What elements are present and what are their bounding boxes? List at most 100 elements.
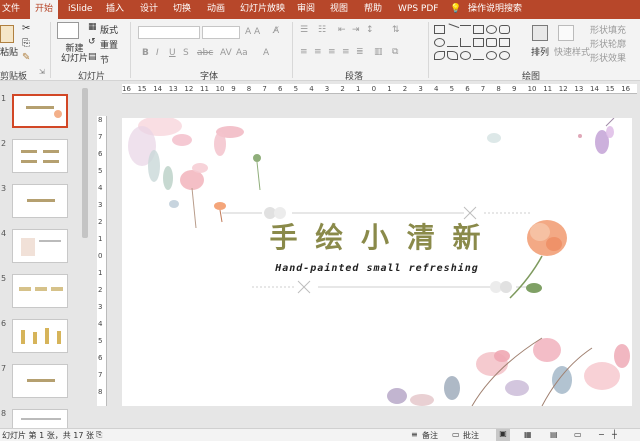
textbox-shape-icon[interactable] (434, 25, 445, 34)
reading-view-icon[interactable]: ▤ (550, 430, 558, 439)
bold-icon[interactable]: B (142, 48, 149, 58)
tab-wps-pdf[interactable]: WPS PDF (398, 0, 438, 19)
strikethrough-icon[interactable]: abc (197, 48, 213, 58)
columns-icon[interactable]: ▥ (374, 47, 383, 57)
slide-thumbnail-2[interactable] (12, 139, 68, 173)
line-spacing-icon[interactable]: ↕ (366, 25, 374, 35)
text-direction-icon[interactable]: ⇅ (392, 25, 400, 35)
change-case-button[interactable]: Aa (236, 48, 248, 58)
tab-transitions[interactable]: 切换 (173, 0, 191, 19)
format-painter-icon[interactable]: ✎ (22, 52, 30, 63)
star-shape-icon[interactable] (486, 51, 497, 60)
italic-icon[interactable]: I (156, 48, 159, 58)
tab-insert[interactable]: 插入 (106, 0, 124, 19)
new-slide-icon[interactable] (57, 22, 79, 39)
align-right-icon[interactable]: ≡ (328, 47, 336, 57)
quick-styles-icon[interactable] (558, 25, 574, 41)
rounded-rect-shape-icon[interactable] (499, 25, 510, 34)
line-shape-icon[interactable] (445, 23, 460, 36)
arrange-button[interactable]: 排列 (531, 45, 549, 58)
tab-file[interactable]: 文件 (2, 0, 20, 19)
slide-thumbnail-6[interactable] (12, 319, 68, 353)
increase-indent-icon[interactable]: ⇥ (352, 25, 360, 35)
slide-canvas[interactable]: 手 绘 小 清 新 Hand-painted small refreshing (122, 118, 632, 406)
tab-islide[interactable]: iSlide (68, 0, 92, 19)
layout-icon[interactable]: ▦ (88, 22, 97, 32)
tell-me-search[interactable]: 操作说明搜索 (468, 0, 522, 19)
char-spacing-icon[interactable]: AV (220, 48, 232, 58)
zoom-out-icon[interactable]: − (598, 430, 605, 439)
circle-shape-icon[interactable] (434, 38, 445, 47)
font-color-icon[interactable]: A (263, 48, 269, 58)
triangle-shape-icon[interactable] (447, 38, 458, 47)
shadow-icon[interactable]: S (183, 48, 189, 58)
slide-sorter-icon[interactable]: ▦ (524, 430, 532, 439)
align-left-icon[interactable]: ≡ (300, 47, 308, 57)
new-slide-button[interactable]: 新建 幻灯片 (61, 44, 88, 64)
paste-icon[interactable] (0, 25, 14, 43)
tab-slideshow[interactable]: 幻灯片放映 (240, 0, 285, 19)
slide-thumbnail-1[interactable] (12, 94, 68, 128)
quick-styles-button[interactable]: 快速样式 (554, 45, 590, 58)
reset-icon[interactable]: ↺ (88, 37, 96, 47)
shape-outline-button[interactable]: 形状轮廓 (590, 37, 626, 50)
parallelogram-shape-icon[interactable] (473, 38, 484, 47)
callout-shape-icon[interactable] (499, 38, 510, 47)
shape-fill-button[interactable]: 形状填充 (590, 23, 626, 36)
spell-check-icon[interactable]: ⎘ (96, 430, 102, 440)
slide-subtitle[interactable]: Hand-painted small refreshing (122, 263, 632, 274)
tab-animations[interactable]: 动画 (207, 0, 225, 19)
block-arrow-shape-icon[interactable] (486, 38, 497, 47)
section-button[interactable]: 节 (100, 53, 109, 66)
smartart-icon[interactable]: ⧉ (392, 47, 398, 57)
tab-help[interactable]: 帮助 (364, 0, 382, 19)
zoom-slider[interactable]: ┼ (612, 430, 617, 439)
align-center-icon[interactable]: ≡ (314, 47, 322, 57)
justify-icon[interactable]: ≡ (342, 47, 350, 57)
thumbnail-scrollbar[interactable] (81, 86, 89, 424)
font-size-dropdown[interactable] (202, 26, 240, 39)
arrange-icon[interactable] (532, 25, 548, 41)
wave-shape-icon[interactable] (447, 51, 458, 60)
bullets-icon[interactable]: ☰ (300, 25, 308, 35)
layout-button[interactable]: 版式 (100, 23, 118, 36)
brace-shape-icon[interactable] (473, 51, 484, 60)
slide-title[interactable]: 手 绘 小 清 新 (122, 216, 632, 256)
tab-home[interactable]: 开始 (30, 0, 58, 19)
curve-shape-icon[interactable] (434, 51, 445, 60)
arrow-shape-icon[interactable] (460, 25, 471, 34)
scrollbar-thumb[interactable] (82, 88, 88, 238)
font-name-dropdown[interactable] (138, 26, 200, 39)
tab-review[interactable]: 审阅 (297, 0, 315, 19)
comments-button[interactable]: 批注 (463, 430, 479, 441)
distributed-icon[interactable]: ≣ (356, 47, 364, 57)
slideshow-icon[interactable]: ▭ (574, 430, 582, 439)
slide-thumbnail-7[interactable] (12, 364, 68, 398)
smile-shape-icon[interactable] (460, 51, 471, 60)
notes-button[interactable]: 备注 (422, 430, 438, 441)
shapes-gallery[interactable] (432, 23, 520, 65)
clear-formatting-icon[interactable]: A̸ (273, 26, 279, 36)
paste-button[interactable]: 粘贴 (0, 45, 18, 58)
shape-effects-button[interactable]: 形状效果 (590, 51, 626, 64)
reset-button[interactable]: 重置 (100, 38, 118, 51)
font-grow-shrink-icon[interactable]: A A (245, 27, 260, 37)
cut-icon[interactable]: ✂ (22, 23, 30, 34)
normal-view-icon[interactable]: ▣ (496, 429, 510, 441)
heart-shape-icon[interactable] (499, 51, 510, 60)
rectangle-shape-icon[interactable] (473, 25, 484, 34)
clipboard-launcher-icon[interactable]: ⇲ (39, 68, 45, 76)
section-icon[interactable]: ▤ (88, 52, 97, 62)
tab-design[interactable]: 设计 (140, 0, 158, 19)
slide-thumbnail-8[interactable] (12, 409, 68, 428)
slide-thumbnail-4[interactable] (12, 229, 68, 263)
decrease-indent-icon[interactable]: ⇤ (338, 25, 346, 35)
underline-icon[interactable]: U (169, 48, 176, 58)
copy-icon[interactable]: ⎘ (22, 38, 30, 49)
slide-thumbnail-5[interactable] (12, 274, 68, 308)
tab-view[interactable]: 视图 (330, 0, 348, 19)
right-triangle-shape-icon[interactable] (460, 38, 471, 47)
oval-shape-icon[interactable] (486, 25, 497, 34)
slide-thumbnail-3[interactable] (12, 184, 68, 218)
numbering-icon[interactable]: ☷ (318, 25, 326, 35)
